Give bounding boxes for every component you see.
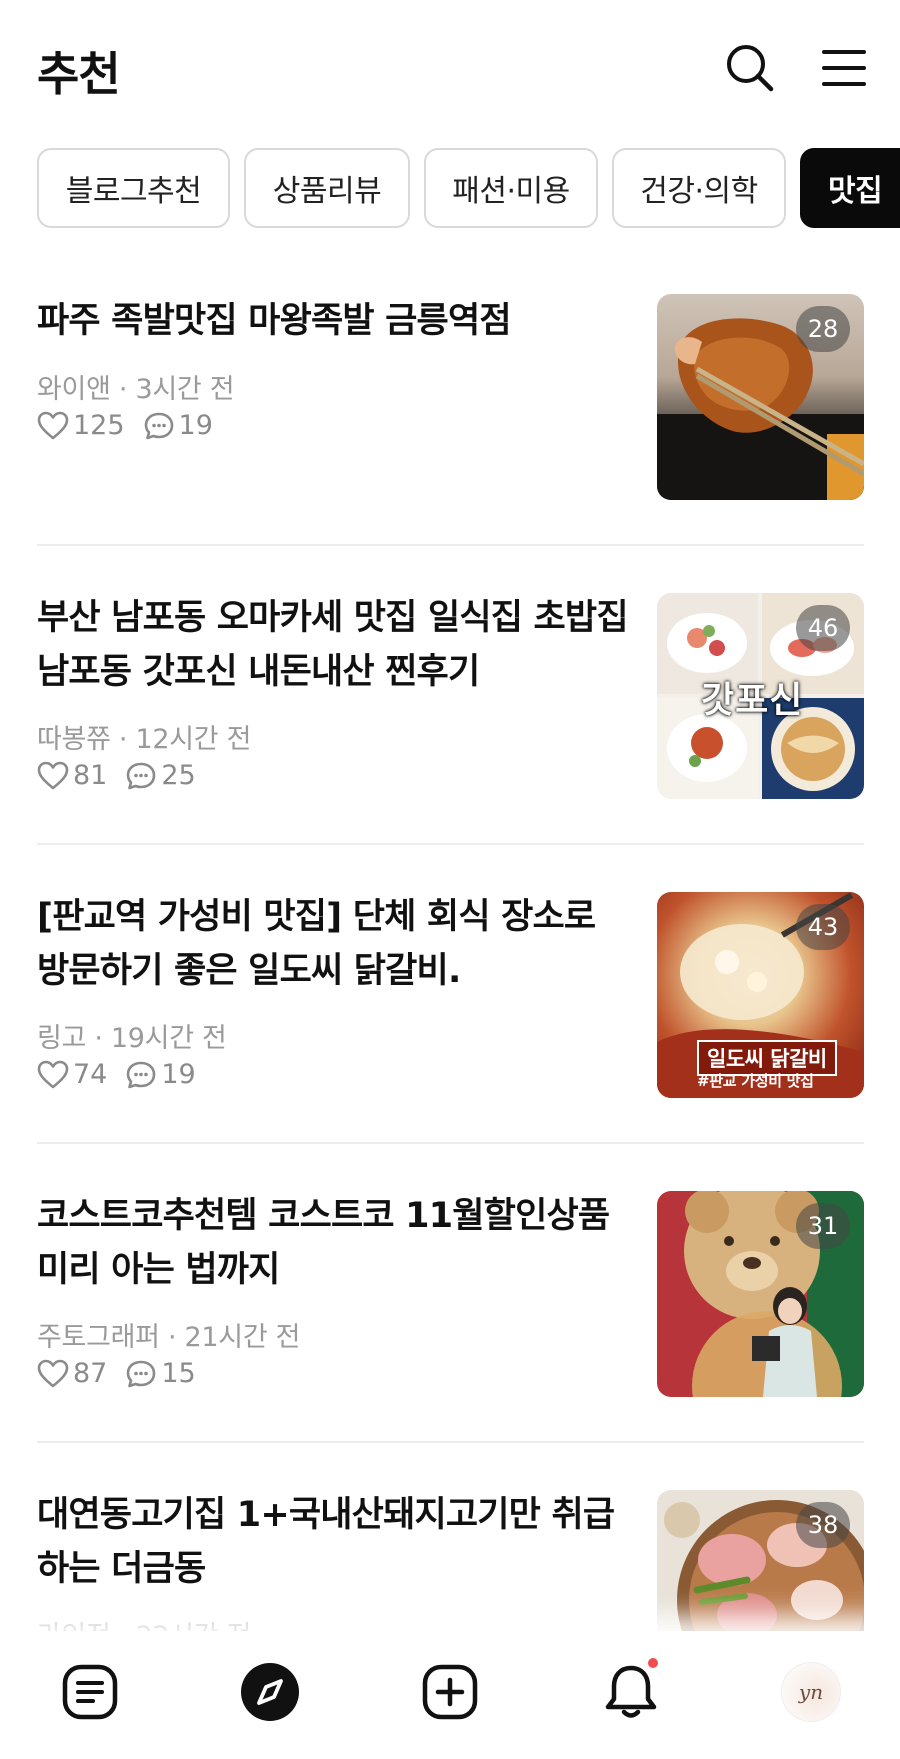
post-stats: 74 19 (37, 1059, 214, 1090)
chip-health-medicine[interactable]: 건강·의학 (612, 148, 786, 228)
heart-icon (37, 1359, 69, 1387)
like-stat: 81 (37, 760, 107, 791)
nav-write[interactable] (415, 1657, 485, 1727)
post-item[interactable]: [판교역 가성비 맛집] 단체 회식 장소로 방문하기 좋은 일도씨 닭갈비. … (37, 846, 864, 1106)
post-stats: 87 15 (37, 1358, 214, 1389)
notification-dot (648, 1658, 658, 1668)
comment-icon (127, 762, 156, 789)
comment-stat: 25 (125, 760, 196, 791)
image-count-badge: 38 (796, 1502, 850, 1548)
post-stats: 81 25 (37, 760, 214, 791)
like-count: 74 (73, 1059, 108, 1090)
post-item[interactable]: 코스트코추천템 코스트코 11월할인상품 미리 아는 법까지 주토그래퍼 · 2… (37, 1145, 864, 1405)
like-stat: 125 (37, 410, 125, 441)
nav-discover[interactable] (235, 1657, 305, 1727)
chip-product-review[interactable]: 상품리뷰 (244, 148, 410, 228)
like-count: 81 (73, 760, 108, 791)
nav-feed[interactable] (55, 1657, 125, 1727)
comment-icon (127, 1061, 156, 1088)
post-title: [판교역 가성비 맛집] 단체 회식 장소로 방문하기 좋은 일도씨 닭갈비. (37, 897, 596, 991)
avatar: yn (781, 1662, 841, 1722)
comment-icon (127, 1360, 156, 1387)
page-title: 추천 (37, 47, 121, 101)
post-thumbnail: 갓포신 46 (657, 593, 864, 799)
post-divider (37, 1441, 864, 1443)
search-icon[interactable] (722, 40, 778, 96)
bottom-navigation: yn (0, 1631, 900, 1759)
image-count-badge: 43 (796, 904, 850, 950)
post-thumbnail: 31 (657, 1191, 864, 1397)
image-count-badge: 28 (796, 306, 850, 352)
post-thumbnail: 28 (657, 294, 864, 500)
thumbnail-overlay-text: 갓포신 (701, 680, 804, 721)
post-divider (37, 1142, 864, 1144)
image-count-badge: 46 (796, 605, 850, 651)
chip-blog-recommend[interactable]: 블로그추천 (37, 148, 230, 228)
comment-icon (144, 412, 173, 439)
app-header: 추천 (0, 0, 900, 130)
comment-count: 19 (161, 1059, 196, 1090)
post-meta: 와이앤 · 3시간 전 (37, 374, 235, 405)
post-divider (37, 843, 864, 845)
comment-count: 19 (178, 410, 213, 441)
like-count: 87 (73, 1358, 108, 1389)
post-title: 파주 족발맛집 마왕족발 금릉역점 (37, 301, 512, 341)
chip-fashion-beauty[interactable]: 패션·미용 (424, 148, 598, 228)
image-count-badge: 31 (796, 1203, 850, 1249)
post-item[interactable]: 대연동고기집 1+국내산돼지고기만 취급하는 더금동 라인전 · 22시간 전 … (37, 1444, 864, 1696)
heart-icon (37, 761, 69, 789)
comment-stat: 15 (125, 1358, 196, 1389)
nav-notifications[interactable] (596, 1657, 666, 1727)
heart-icon (37, 411, 69, 439)
post-item[interactable]: 파주 족발맛집 마왕족발 금릉역점 와이앤 · 3시간 전 125 19 28 (37, 250, 864, 500)
post-meta: 링고 · 19시간 전 (37, 1023, 227, 1054)
comment-count: 15 (161, 1358, 196, 1389)
comment-stat: 19 (125, 1059, 196, 1090)
post-meta: 따봉쮸 · 12시간 전 (37, 724, 252, 755)
hamburger-menu-icon[interactable] (816, 40, 872, 96)
post-title: 부산 남포동 오마카세 맛집 일식집 초밥집 남포동 갓포신 내돈내산 찐후기 (37, 598, 629, 692)
post-item[interactable]: 부산 남포동 오마카세 맛집 일식집 초밥집 남포동 갓포신 내돈내산 찐후기 … (37, 547, 864, 807)
post-stats: 125 19 (37, 410, 231, 441)
thumbnail-overlay-subtext: #판교 가성비 맛집 (697, 1072, 814, 1090)
like-stat: 74 (37, 1059, 107, 1090)
post-title: 코스트코추천템 코스트코 11월할인상품 미리 아는 법까지 (37, 1196, 610, 1290)
compass-icon (241, 1663, 299, 1721)
post-divider (37, 544, 864, 546)
post-thumbnail: 일도씨 닭갈비 #판교 가성비 맛집 43 (657, 892, 864, 1098)
chip-restaurants[interactable]: 맛집 (800, 148, 900, 228)
comment-stat: 19 (143, 410, 213, 441)
like-stat: 87 (37, 1358, 107, 1389)
bell-icon (605, 1665, 657, 1718)
post-title: 대연동고기집 1+국내산돼지고기만 취급하는 더금동 (37, 1495, 615, 1589)
nav-profile[interactable]: yn (776, 1657, 846, 1727)
post-meta: 주토그래퍼 · 21시간 전 (37, 1322, 301, 1353)
category-chips: 블로그추천 상품리뷰 패션·미용 건강·의학 맛집 (0, 148, 900, 230)
plus-square-icon (422, 1664, 478, 1720)
comment-count: 25 (161, 760, 196, 791)
heart-icon (37, 1060, 69, 1088)
list-icon (62, 1664, 118, 1720)
like-count: 125 (73, 410, 125, 441)
